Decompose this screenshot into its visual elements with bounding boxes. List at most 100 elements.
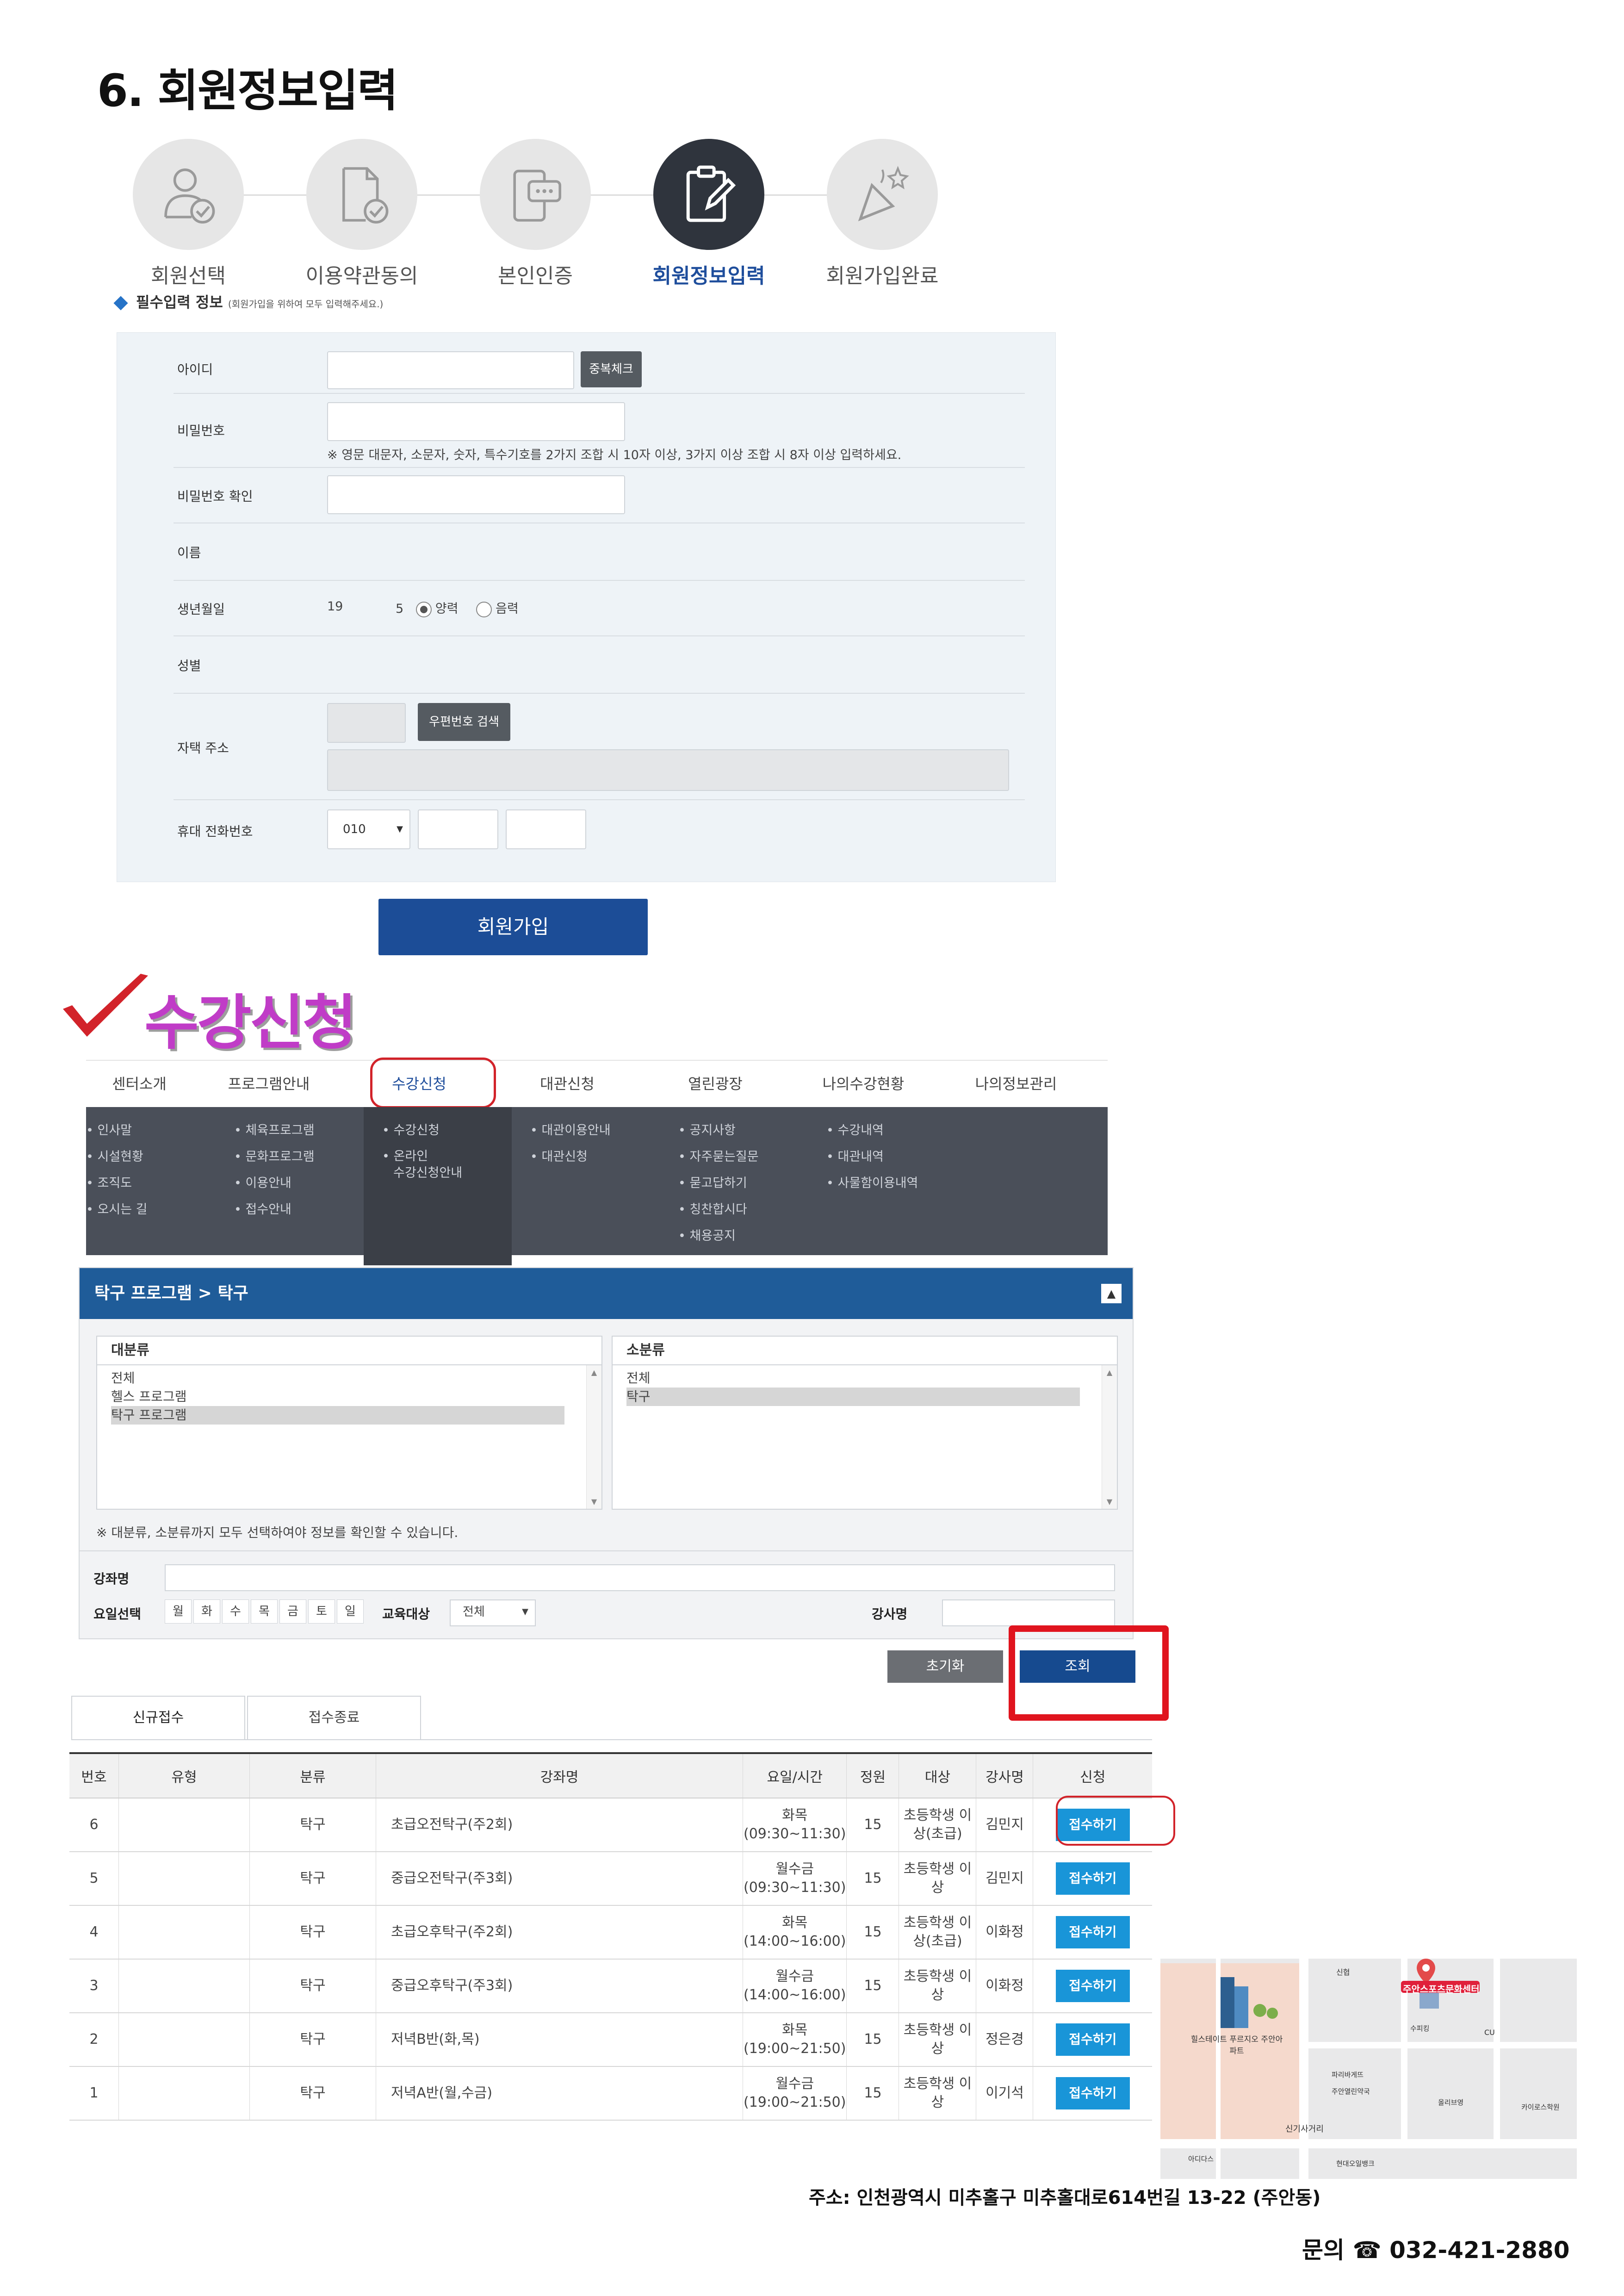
lunar-radio[interactable] xyxy=(476,601,492,617)
password-confirm-input[interactable] xyxy=(327,475,625,514)
menu-item[interactable]: • 체육프로그램 xyxy=(234,1117,382,1144)
menu-item[interactable]: • 묻고답하기 xyxy=(678,1170,826,1196)
phone-last-input[interactable] xyxy=(506,809,586,849)
reset-button[interactable]: 초기화 xyxy=(887,1650,1003,1683)
menu-item[interactable]: • 온라인 xyxy=(364,1148,512,1165)
day-text: 월수금 xyxy=(775,1861,814,1877)
form-row-phone: 휴대 전화번호 010 ▼ xyxy=(174,799,1025,864)
nav-center-intro[interactable]: 센터소개 xyxy=(86,1061,192,1107)
zipcode-search-button[interactable]: 우편번호 검색 xyxy=(418,703,510,741)
menu-item[interactable]: • 자주묻는질문 xyxy=(678,1144,826,1170)
target-select[interactable]: 전체 ▼ xyxy=(450,1599,536,1626)
global-nav: 센터소개 프로그램안내 수강신청 대관신청 열린광장 나의수강현황 나의정보관리 xyxy=(86,1060,1108,1107)
day-sun[interactable]: 일 xyxy=(337,1599,364,1624)
location-map: 주안스포츠문화센터 힐스테이트 푸르지오 주안아파트 신기사거리 CU 신협 아… xyxy=(1160,1959,1577,2179)
step-connector xyxy=(243,194,308,196)
phone-middle-input[interactable] xyxy=(418,809,498,849)
menu-item[interactable]: • 칭찬합시다 xyxy=(678,1196,826,1223)
cell-category: 탁구 xyxy=(249,2066,376,2121)
apply-button[interactable]: 접수하기 xyxy=(1055,1970,1130,2002)
menu-item[interactable]: • 채용공지 xyxy=(678,1223,826,1249)
day-fri[interactable]: 금 xyxy=(279,1599,306,1624)
day-thu[interactable]: 목 xyxy=(251,1599,278,1624)
step-circle-complete xyxy=(827,139,938,250)
phone-prefix-select[interactable]: 010 ▼ xyxy=(327,809,410,849)
instructor-input[interactable] xyxy=(942,1599,1115,1626)
day-mon[interactable]: 월 xyxy=(165,1599,192,1624)
menu-item[interactable]: • 사물함이용내역 xyxy=(826,1170,984,1196)
day-tue[interactable]: 화 xyxy=(193,1599,220,1624)
category-option-selected[interactable]: 탁구 프로그램 xyxy=(111,1406,564,1425)
nav-open-plaza[interactable]: 열린광장 xyxy=(641,1061,789,1107)
time-text: (09:30~11:30) xyxy=(744,1826,846,1842)
zipcode-input[interactable] xyxy=(327,703,406,743)
cell-apply: 접수하기 xyxy=(1033,1959,1152,2013)
nav-program-info[interactable]: 프로그램안내 xyxy=(192,1061,345,1107)
menu-item[interactable]: • 오시는 길 xyxy=(86,1196,234,1223)
menu-item[interactable]: • 조직도 xyxy=(86,1170,234,1196)
menu-item[interactable]: • 대관신청 xyxy=(530,1144,678,1170)
map-pharmacy-label: 주안열린약국 xyxy=(1332,2087,1370,2096)
apply-button[interactable]: 접수하기 xyxy=(1055,2023,1130,2056)
menu-item[interactable]: • 접수안내 xyxy=(234,1196,382,1223)
map-suphim-label: 수피킹 xyxy=(1410,2024,1430,2033)
category-option[interactable]: 헬스 프로그램 xyxy=(111,1388,564,1406)
menu-item[interactable]: • 수강내역 xyxy=(826,1117,984,1144)
subcategory-option[interactable]: 전체 xyxy=(626,1369,1080,1388)
menu-item[interactable]: • 대관내역 xyxy=(826,1144,984,1170)
apply-button[interactable]: 접수하기 xyxy=(1055,1862,1130,1895)
apply-button[interactable]: 접수하기 xyxy=(1055,1916,1130,1948)
collapse-toggle-icon[interactable]: ▲ xyxy=(1101,1284,1122,1303)
scrollbar[interactable]: ▲ ▼ xyxy=(586,1365,601,1509)
apply-button[interactable]: 접수하기 xyxy=(1055,2077,1130,2109)
menu-item[interactable]: • 대관이용안내 xyxy=(530,1117,678,1144)
nav-my-info[interactable]: 나의정보관리 xyxy=(937,1061,1095,1107)
menu-item[interactable]: • 시설현황 xyxy=(86,1144,234,1170)
join-button[interactable]: 회원가입 xyxy=(378,899,648,955)
scroll-down-icon: ▼ xyxy=(1106,1497,1113,1506)
step-circle-terms xyxy=(306,139,417,250)
menu-item[interactable]: • 이용안내 xyxy=(234,1170,382,1196)
cell-course-name: 저녁B반(화,목) xyxy=(376,2013,743,2067)
cell-day-time: 월수금 (14:00~16:00) xyxy=(742,1959,847,2013)
menu-item[interactable]: • 공지사항 xyxy=(678,1117,826,1144)
tab-new-registration[interactable]: 신규접수 xyxy=(71,1696,245,1740)
course-name-input[interactable] xyxy=(165,1564,1115,1591)
cell-day-time: 화목 (14:00~16:00) xyxy=(742,1905,847,1960)
duplicate-check-button[interactable]: 중복체크 xyxy=(581,351,642,387)
caret-down-icon: ▼ xyxy=(522,1607,528,1617)
required-info-heading: 필수입력 정보 (회원가입을 위하여 모두 입력해주세요.) xyxy=(113,291,383,312)
table-row: 5 탁구 중급오전탁구(주3회) 월수금 (09:30~11:30) 15 초등학… xyxy=(69,1852,1152,1906)
id-input[interactable] xyxy=(327,351,574,389)
cell-capacity: 15 xyxy=(846,1852,899,1906)
nav-my-courses[interactable]: 나의수강현황 xyxy=(789,1061,937,1107)
nav-highlight-ring xyxy=(370,1058,496,1108)
step-circle-verify xyxy=(480,139,591,250)
subcategory-listbox[interactable]: 소분류 전체 탁구 ▲ ▼ xyxy=(612,1336,1118,1510)
tab-underline xyxy=(71,1739,1152,1740)
password-input[interactable] xyxy=(327,402,625,441)
nav-rental-apply[interactable]: 대관신청 xyxy=(493,1061,641,1107)
col-type: 유형 xyxy=(118,1752,250,1798)
required-title: 필수입력 정보 xyxy=(136,293,223,311)
tab-registration-closed[interactable]: 접수종료 xyxy=(247,1696,421,1740)
scrollbar[interactable]: ▲ ▼ xyxy=(1102,1365,1117,1509)
menu-item[interactable]: • 인사말 xyxy=(86,1117,234,1144)
member-info-form: 아이디 중복체크 비밀번호 ※ 영문 대문자, 소문자, 숫자, 특수기호를 2… xyxy=(117,332,1056,882)
cell-capacity: 15 xyxy=(846,2066,899,2121)
day-sat[interactable]: 토 xyxy=(308,1599,335,1624)
address-input[interactable] xyxy=(327,749,1009,791)
category-option[interactable]: 전체 xyxy=(111,1369,564,1388)
cell-number: 6 xyxy=(69,1798,119,1852)
menu-item[interactable]: • 문화프로그램 xyxy=(234,1144,382,1170)
day-wed[interactable]: 수 xyxy=(222,1599,249,1624)
cell-instructor: 이화정 xyxy=(976,1959,1033,2013)
menu-item[interactable]: 수강신청안내 xyxy=(364,1165,512,1182)
solar-radio[interactable] xyxy=(415,601,432,617)
menu-item[interactable]: • 수강신청 xyxy=(364,1117,512,1144)
birth-year-value: 19 xyxy=(327,599,343,614)
user-check-icon xyxy=(164,168,215,224)
col-course-name: 강좌명 xyxy=(376,1752,743,1798)
subcategory-option-selected[interactable]: 탁구 xyxy=(626,1388,1080,1406)
category-listbox[interactable]: 대분류 전체 헬스 프로그램 탁구 프로그램 ▲ ▼ xyxy=(96,1336,602,1510)
